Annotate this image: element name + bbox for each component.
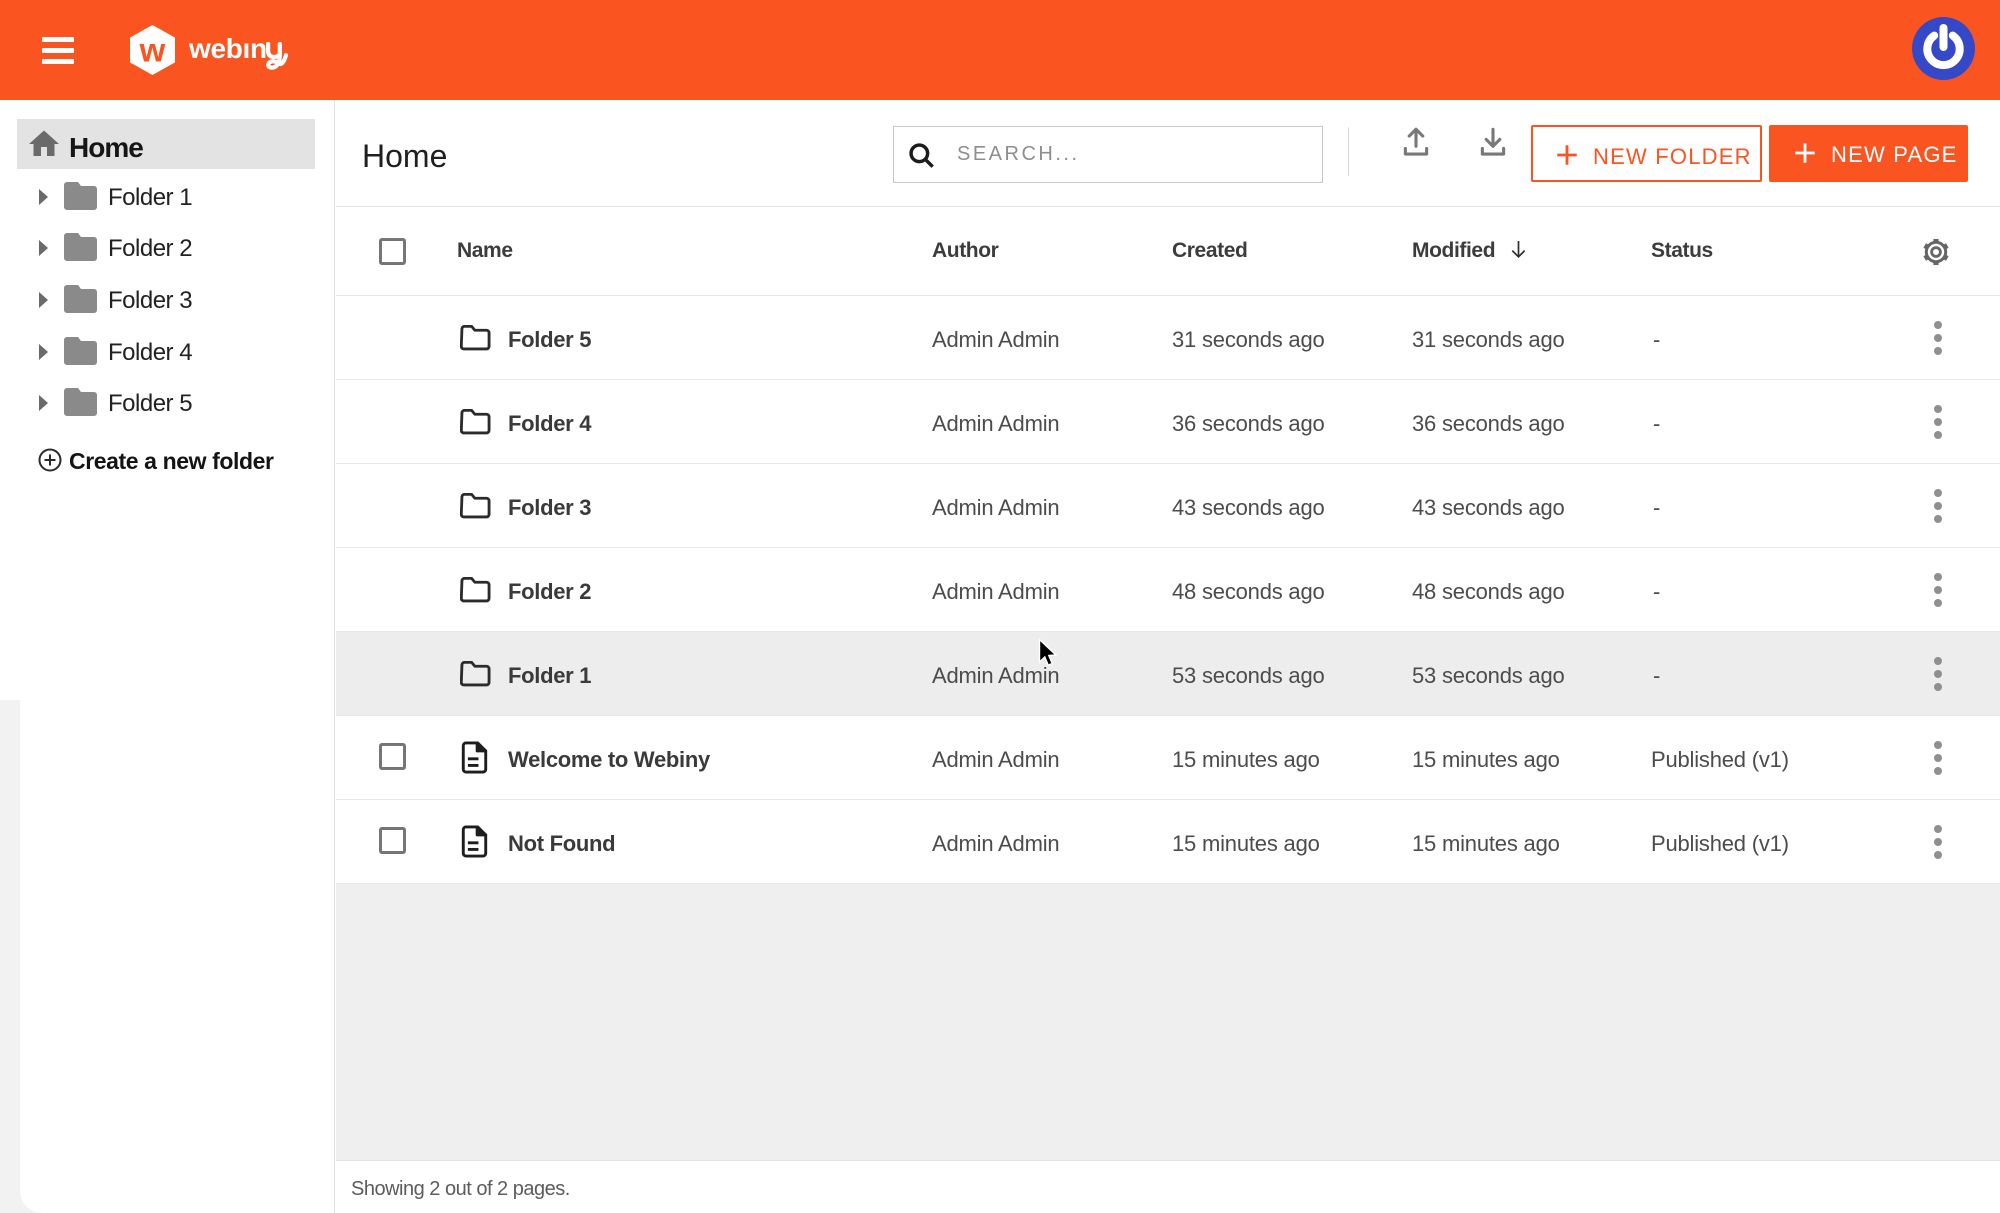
svg-text:w: w xyxy=(139,32,166,69)
